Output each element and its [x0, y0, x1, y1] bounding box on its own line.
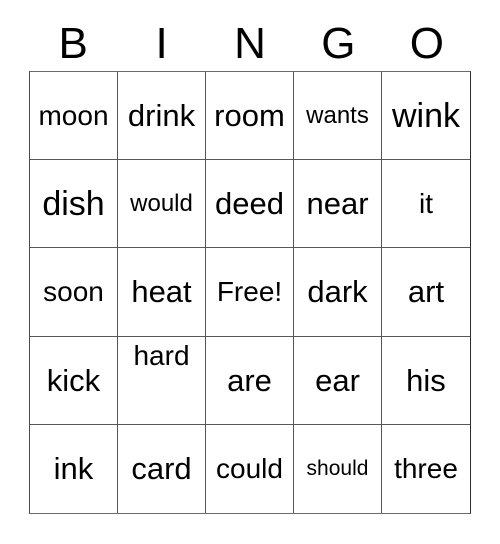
bingo-cell-b1[interactable]: moon: [30, 72, 118, 161]
bingo-cell-label: soon: [43, 275, 104, 307]
bingo-cell-label: heat: [131, 274, 192, 310]
bingo-cell-g4[interactable]: ear: [294, 336, 382, 425]
bingo-cell-g5[interactable]: should: [294, 424, 382, 513]
bingo-cell-label: moon: [38, 99, 109, 131]
bingo-cell-label: are: [227, 362, 272, 398]
bingo-cell-i2[interactable]: would: [118, 160, 206, 249]
bingo-cell-free-space[interactable]: Free!: [206, 248, 294, 337]
bingo-cell-o2[interactable]: it: [382, 160, 470, 249]
bingo-cell-label: dish: [42, 184, 105, 223]
bingo-cell-label: kick: [46, 362, 101, 398]
bingo-cell-b4[interactable]: kick: [30, 336, 118, 425]
bingo-cell-label: his: [406, 362, 446, 398]
bingo-cell-label: ear: [315, 362, 360, 398]
bingo-cell-label: hard: [133, 340, 190, 372]
bingo-cell-b2[interactable]: dish: [30, 160, 118, 249]
bingo-cell-n5[interactable]: could: [206, 424, 294, 513]
bingo-cell-label: should: [306, 457, 369, 481]
bingo-cell-o1[interactable]: wink: [382, 72, 470, 161]
bingo-cell-label: it: [419, 187, 433, 219]
bingo-cell-label: ink: [53, 451, 94, 487]
bingo-cell-n4[interactable]: are: [206, 336, 294, 425]
bingo-cell-n2[interactable]: deed: [206, 160, 294, 249]
bingo-cell-label: room: [214, 98, 285, 134]
bingo-cell-label: dark: [307, 274, 368, 310]
header-letter-g: G: [321, 19, 356, 68]
bingo-cell-g2[interactable]: near: [294, 160, 382, 249]
bingo-cell-label: near: [306, 186, 369, 222]
bingo-grid: moon drink room wants wink dish would de…: [29, 71, 471, 514]
bingo-card: B I N G O moon drink room wants wink dis…: [0, 0, 500, 544]
header-letter-o: O: [409, 19, 444, 68]
bingo-cell-i3[interactable]: heat: [118, 248, 206, 337]
bingo-cell-i1[interactable]: drink: [118, 72, 206, 161]
bingo-cell-label: could: [216, 452, 283, 484]
bingo-cell-o5[interactable]: three: [382, 424, 470, 513]
bingo-cell-g3[interactable]: dark: [294, 248, 382, 337]
header-letter-i: I: [155, 19, 168, 68]
bingo-cell-label: art: [407, 274, 445, 310]
bingo-cell-g1[interactable]: wants: [294, 72, 382, 161]
bingo-cell-label: would: [130, 189, 193, 217]
bingo-cell-i5[interactable]: card: [118, 424, 206, 513]
bingo-cell-b5[interactable]: ink: [30, 424, 118, 513]
bingo-cell-label: three: [394, 452, 458, 484]
bingo-cell-i4[interactable]: hard: [118, 336, 206, 425]
bingo-cell-label: card: [131, 451, 192, 487]
bingo-cell-label: wink: [391, 96, 461, 135]
bingo-cell-label: deed: [215, 186, 284, 222]
bingo-cell-o3[interactable]: art: [382, 248, 470, 337]
bingo-cell-n1[interactable]: room: [206, 72, 294, 161]
bingo-cell-b3[interactable]: soon: [30, 248, 118, 337]
bingo-cell-label: drink: [127, 98, 196, 134]
bingo-cell-o4[interactable]: his: [382, 336, 470, 425]
header-letter-n: N: [234, 19, 266, 68]
header-letter-b: B: [58, 19, 88, 68]
bingo-cell-label: wants: [306, 101, 369, 129]
bingo-header: B I N G O: [29, 18, 471, 70]
free-space-label: Free!: [216, 275, 283, 307]
